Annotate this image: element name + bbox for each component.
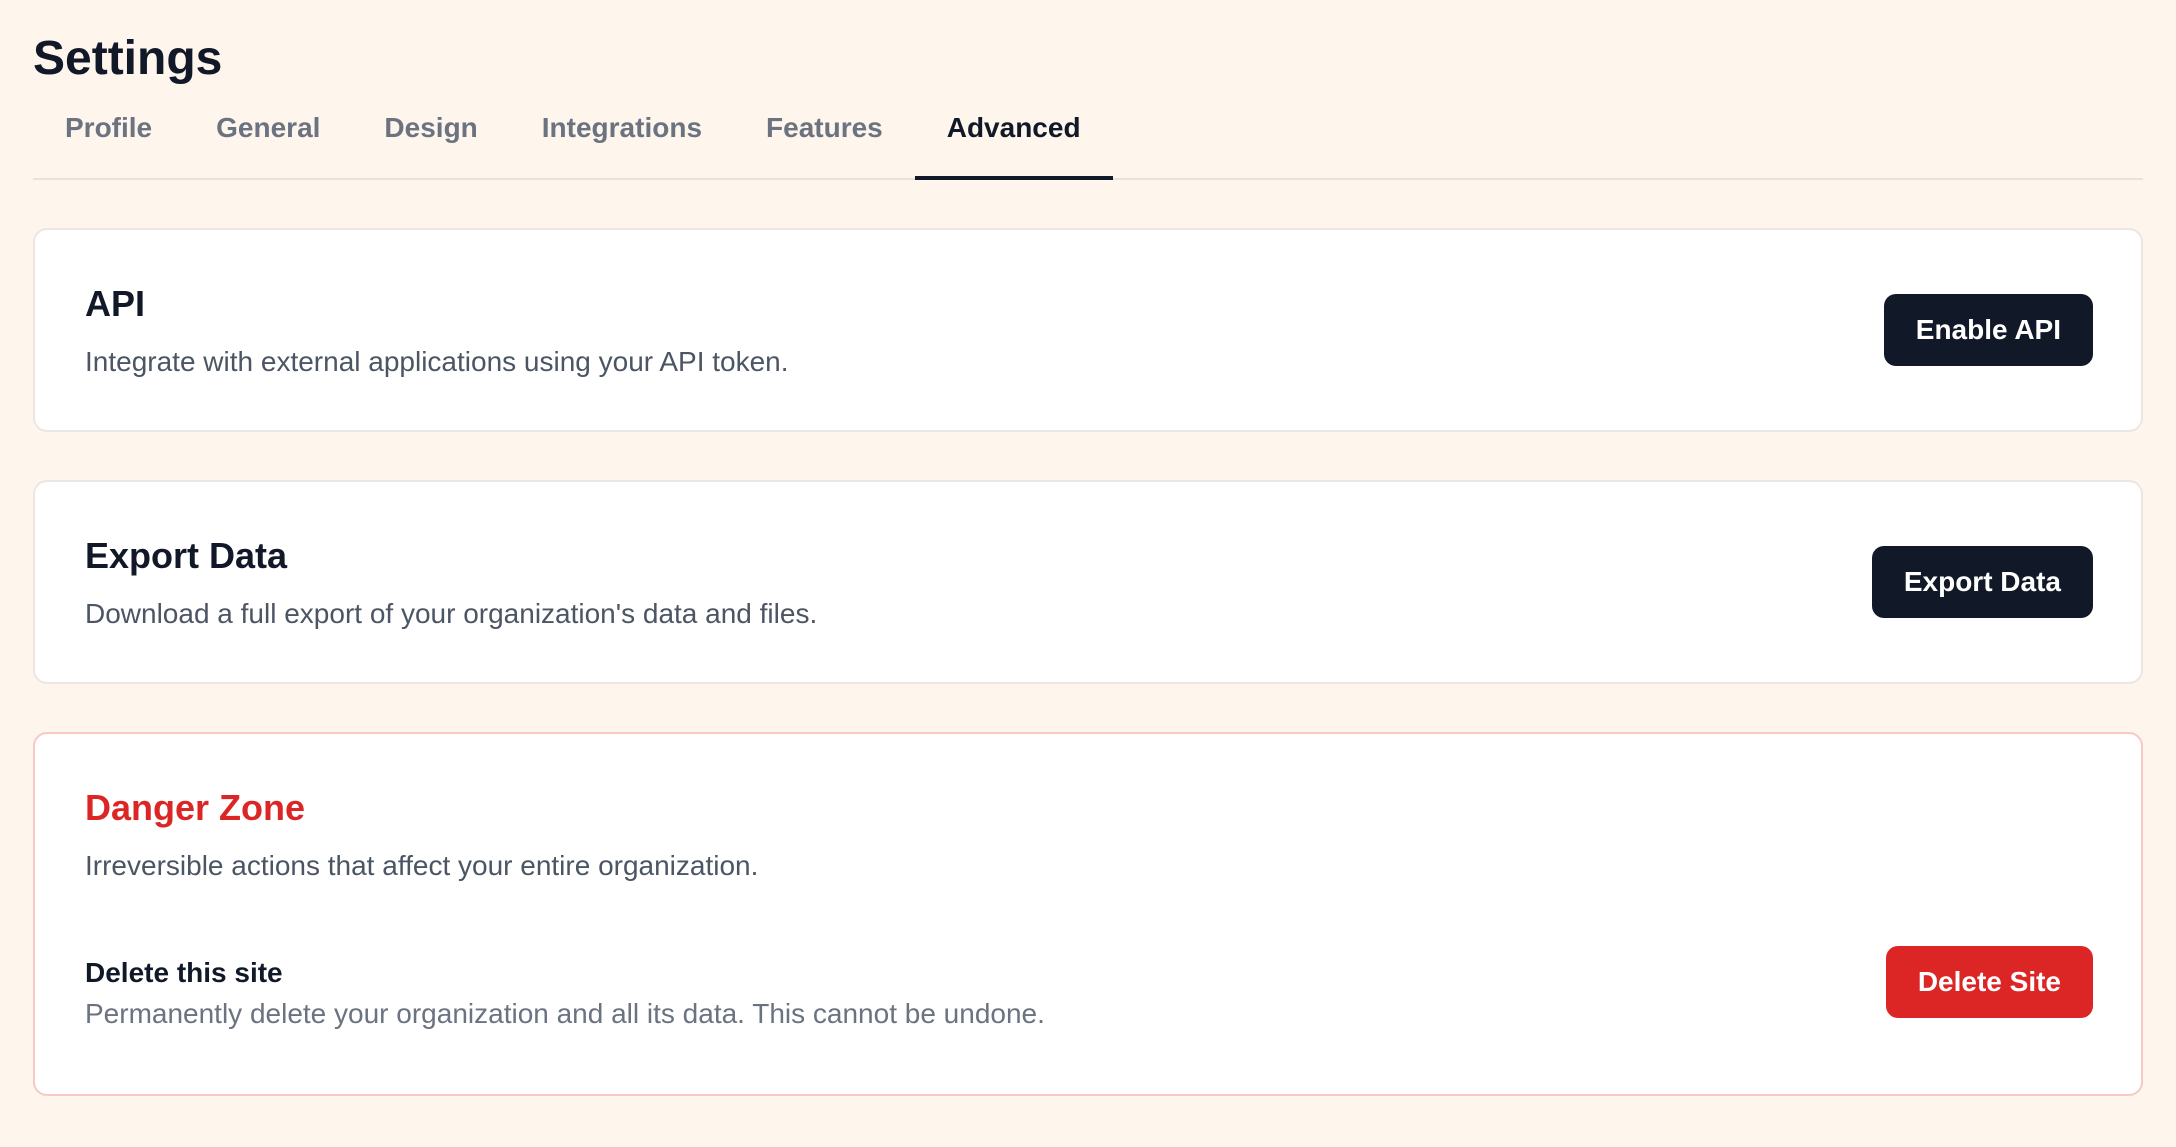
delete-site-button[interactable]: Delete Site xyxy=(1885,946,2093,1018)
danger-zone-card: Danger Zone Irreversible actions that af… xyxy=(33,732,2143,1096)
tab-features[interactable]: Features xyxy=(734,110,915,178)
delete-site-description: Permanently delete your organization and… xyxy=(85,998,1045,1029)
page-title: Settings xyxy=(33,32,223,85)
danger-zone-description: Irreversible actions that affect your en… xyxy=(85,850,759,881)
settings-tabs: Profile General Design Integrations Feat… xyxy=(33,110,2143,180)
export-data-title: Export Data xyxy=(85,535,288,576)
export-data-description: Download a full export of your organizat… xyxy=(85,598,818,629)
api-title: API xyxy=(85,283,146,324)
export-data-card: Export Data Download a full export of yo… xyxy=(33,480,2143,684)
tab-integrations[interactable]: Integrations xyxy=(510,110,734,178)
tab-advanced[interactable]: Advanced xyxy=(914,110,1113,180)
export-data-button[interactable]: Export Data xyxy=(1871,546,2093,618)
delete-site-title: Delete this site xyxy=(85,957,283,988)
enable-api-button[interactable]: Enable API xyxy=(1883,294,2093,366)
danger-zone-title: Danger Zone xyxy=(85,787,306,828)
tab-profile[interactable]: Profile xyxy=(33,110,184,178)
tab-design[interactable]: Design xyxy=(352,110,509,178)
api-description: Integrate with external applications usi… xyxy=(85,346,789,377)
tab-general[interactable]: General xyxy=(184,110,352,178)
api-card: API Integrate with external applications… xyxy=(33,228,2143,432)
settings-page: Settings Profile General Design Integrat… xyxy=(0,0,2176,1096)
